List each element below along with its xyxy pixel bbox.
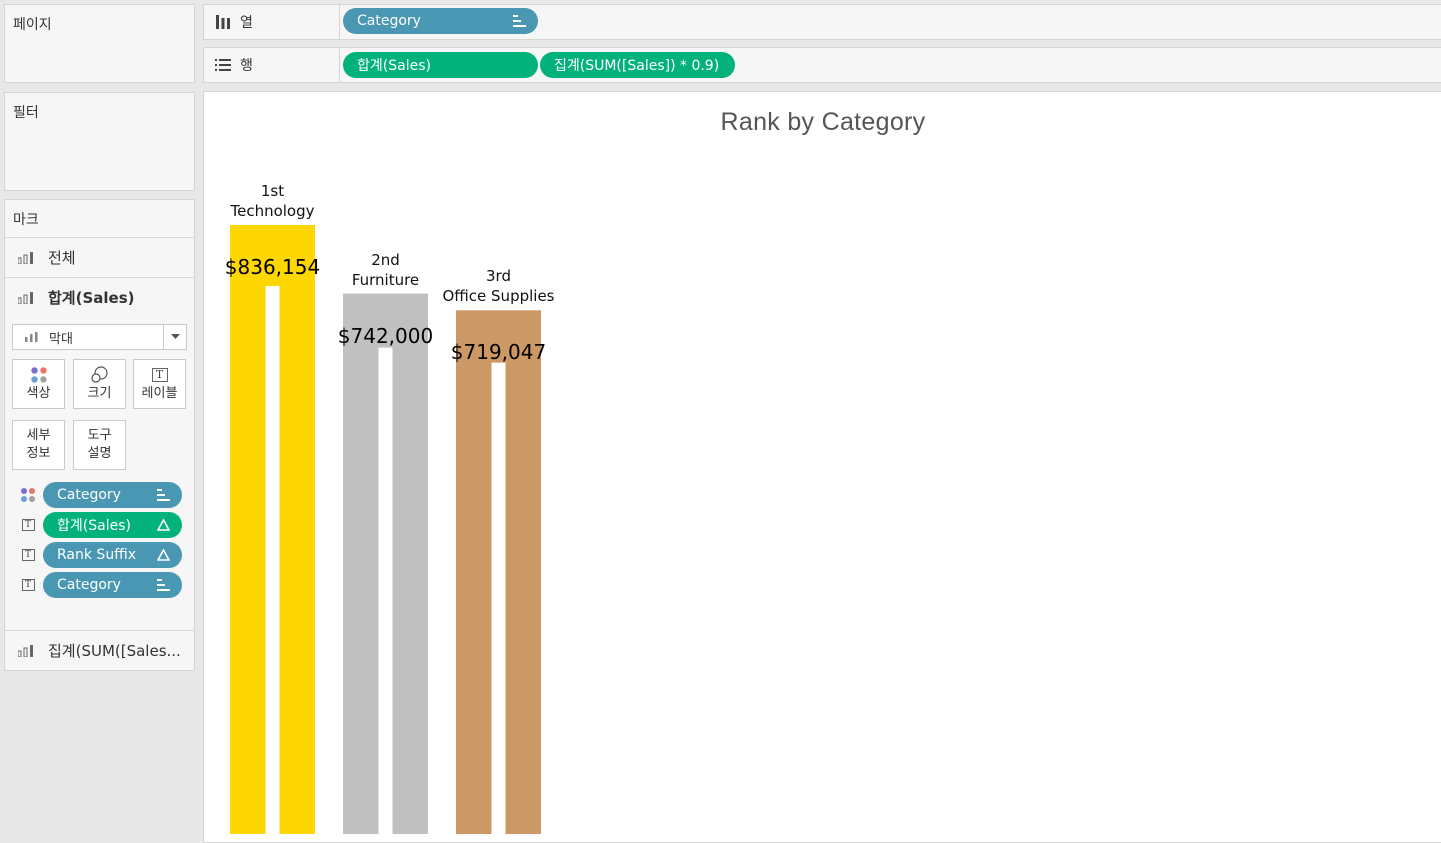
rows-icon <box>212 59 234 71</box>
label-button-label: 레이블 <box>141 386 178 401</box>
rows-label-text: 행 <box>240 58 253 74</box>
tooltip-button-label-line1: 도구 <box>87 428 112 443</box>
inner-bar-technology[interactable] <box>265 285 280 834</box>
sort-icon <box>157 572 170 598</box>
rows-shelf-label: 행 <box>204 48 340 82</box>
size-icon <box>90 365 110 385</box>
encoding-pill-category-color[interactable]: Category <box>43 482 182 508</box>
detail-button[interactable]: 세부 정보 <box>12 420 65 470</box>
size-button-label: 크기 <box>87 386 112 401</box>
pages-panel[interactable]: 페이지 <box>4 4 195 83</box>
mark-type-dropdown[interactable]: 막대 <box>12 324 187 350</box>
color-dots-icon <box>20 487 36 503</box>
bar-chart-icon <box>25 332 39 342</box>
marks-card-sales[interactable]: 합계(Sales) <box>4 277 194 317</box>
pill-label: 집계(SUM([Sales]) * 0.9) <box>554 58 720 74</box>
pill-label: 합계(Sales) <box>57 518 131 534</box>
rows-pill-agg[interactable]: 집계(SUM([Sales]) * 0.9) <box>540 52 735 78</box>
marks-card-all[interactable]: 전체 <box>4 237 194 277</box>
marks-sales-label: 합계(Sales) <box>48 289 135 307</box>
color-button-label: 색상 <box>26 386 51 401</box>
size-button[interactable]: 크기 <box>73 359 126 409</box>
value-label: $742,000 <box>337 323 434 348</box>
category-text: Technology <box>230 202 315 220</box>
chevron-down-icon[interactable] <box>163 325 186 349</box>
filters-title: 필터 <box>13 105 39 121</box>
label-text-icon: T <box>20 547 36 563</box>
label-text-icon: T <box>20 577 36 593</box>
chart-canvas[interactable]: Rank by Category 1st Technology $836,154 2n… <box>203 91 1441 843</box>
marks-all-label: 전체 <box>48 249 76 267</box>
pill-label: Rank Suffix <box>57 547 137 563</box>
encoding-pill-category-label[interactable]: Category <box>43 572 182 598</box>
inner-bar-furniture[interactable] <box>378 347 393 834</box>
value-label: $836,154 <box>224 255 321 279</box>
rows-pill-sales[interactable]: 합계(Sales) <box>343 52 538 78</box>
bar-chart-icon <box>18 251 34 264</box>
delta-icon <box>157 542 170 568</box>
rank-label: 3rd Office Supplies <box>429 266 569 306</box>
rank-text: 3rd <box>486 267 511 286</box>
encoding-pill-rank-suffix[interactable]: Rank Suffix <box>43 542 182 568</box>
value-label: $719,047 <box>450 340 547 365</box>
columns-shelf-label: 열 <box>204 5 340 39</box>
columns-label-text: 열 <box>240 15 253 31</box>
pill-label: Category <box>57 487 121 503</box>
marks-title: 마크 <box>13 212 39 228</box>
pages-title: 페이지 <box>13 17 52 33</box>
color-dots-icon <box>30 365 48 385</box>
category-text: Office Supplies <box>442 287 555 306</box>
delta-icon <box>157 512 170 538</box>
label-button[interactable]: T 레이블 <box>133 359 186 409</box>
tooltip-button[interactable]: 도구 설명 <box>73 420 126 470</box>
inner-bar-office-supplies[interactable] <box>491 362 506 834</box>
pill-label: Category <box>57 577 121 593</box>
filters-panel[interactable]: 필터 <box>4 92 195 191</box>
marks-card-agg[interactable]: 집계(SUM([Sales... <box>4 630 194 670</box>
sort-icon <box>157 482 170 508</box>
detail-button-label-line1: 세부 <box>26 428 51 443</box>
sort-icon <box>513 8 526 34</box>
detail-button-label-line2: 정보 <box>26 446 51 461</box>
label-text-icon: T <box>20 517 36 533</box>
encoding-pill-sales-label[interactable]: 합계(Sales) <box>43 512 182 538</box>
bar-chart <box>230 225 541 834</box>
columns-pill-category[interactable]: Category <box>343 8 538 34</box>
marks-agg-label: 집계(SUM([Sales... <box>48 642 181 660</box>
mark-type-value: 막대 <box>49 331 73 347</box>
rank-label: 1st Technology <box>203 181 343 221</box>
pill-label: Category <box>357 13 421 29</box>
bar-chart-icon <box>18 291 34 304</box>
columns-icon <box>212 15 234 29</box>
tooltip-button-label-line2: 설명 <box>87 446 112 461</box>
color-button[interactable]: 색상 <box>12 359 65 409</box>
pill-label: 합계(Sales) <box>357 58 431 74</box>
label-text-icon: T <box>151 365 168 385</box>
bar-chart-icon <box>18 644 34 657</box>
rank-text: 1st <box>260 182 285 200</box>
